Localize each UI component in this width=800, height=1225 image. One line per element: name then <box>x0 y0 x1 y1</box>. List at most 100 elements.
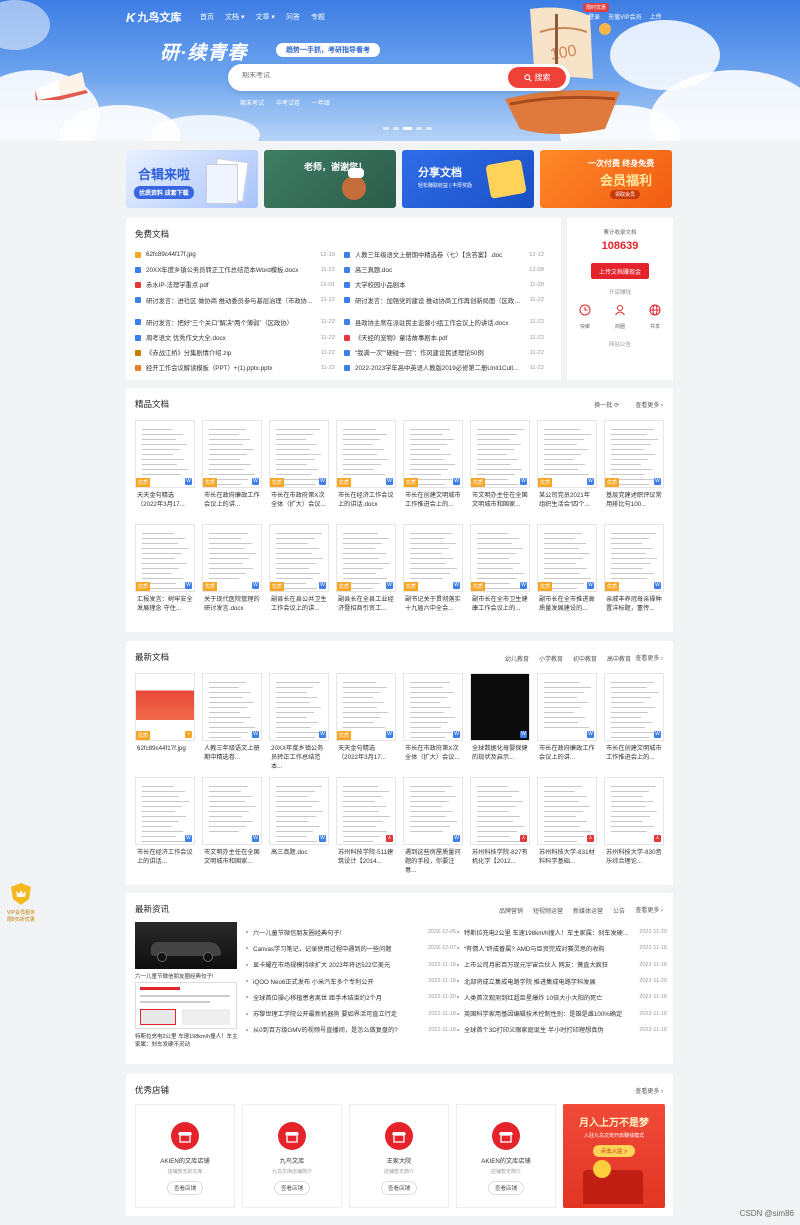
banner-teacher[interactable]: 老师，谢谢您！ <box>264 150 396 208</box>
doc-title[interactable]: 市文明办主任在全国文明城市和国家... <box>472 491 529 518</box>
hotword[interactable]: 一年级 <box>312 98 330 107</box>
doc-thumbnail[interactable]: 优质 W <box>269 420 329 488</box>
vip-recharge-link[interactable]: 充值VIP会员 <box>608 12 642 21</box>
search-button[interactable]: 搜索 <box>508 67 566 88</box>
news-title[interactable]: “有情人”终成眷属? AMD与巨资完成对赛灵思的收购 <box>464 944 635 953</box>
doc-card[interactable]: 优质 W 副市长在全市推进高质量发展建设的... <box>537 524 597 622</box>
doc-title[interactable]: 关于现代医院管理的研讨发言.docx <box>204 595 261 622</box>
free-doc-item[interactable]: 人教三年级语文上册期中精选卷（七）【含答案】.doc 12-12 <box>344 247 544 262</box>
news-title[interactable]: 人类首次观测到红超巨星爆炸 10倍大小大阳的死亡 <box>464 993 635 1002</box>
news-item[interactable]: 特斯拉充电2公里 车速198km/h撞人！车主家属：刹车发硬... 2022-11… <box>457 924 667 940</box>
doc-card[interactable]: 优质 ▪ 62fc89c44f17f.jpg <box>135 673 195 771</box>
nav-home[interactable]: 首页 <box>200 12 214 22</box>
shop-name[interactable]: AKIEN的文库店铺 <box>136 1156 234 1165</box>
free-doc-item[interactable]: 经开工作会议解读模板（PPT）+(1).pptx.pptx 11-22 <box>135 360 335 375</box>
doc-card[interactable]: W 市长在市政府第X次全体（扩大）会议... <box>403 673 463 771</box>
tab-senior[interactable]: 高中教育 <box>607 654 631 663</box>
view-shop-button[interactable]: 查看店铺 <box>166 1181 203 1195</box>
doc-thumbnail[interactable]: ⅄ <box>537 777 597 845</box>
more-link[interactable]: 查看更多 › <box>635 1086 663 1095</box>
free-doc-item[interactable]: 周考语文 优秀作文大全.docx 11-22 <box>135 330 335 345</box>
doc-title[interactable]: 周考语文 优秀作文大全.docx <box>146 333 313 342</box>
doc-card[interactable]: ⅄ 苏州科技大学-831材料科学基础... <box>537 777 597 875</box>
doc-title[interactable]: 市长在经济工作会议上的讲话... <box>137 848 194 875</box>
doc-card[interactable]: 优质 W 市长在政府廉政工作会议上的讲... <box>202 420 262 518</box>
news-item[interactable]: 人类首次观测到红超巨星爆炸 10倍大小大阳的死亡 2022-11-18 <box>457 989 667 1005</box>
doc-card[interactable]: 优质 W 亲戚丰养冠母亲操种置洋标题，董传... <box>604 524 664 622</box>
news-title[interactable]: 上市公司月影百万现元宇宙合伙人 网友：簧直大疯狂 <box>464 960 635 969</box>
nav-qa[interactable]: 问答 <box>286 12 300 22</box>
doc-thumbnail[interactable]: 优质 W <box>470 420 530 488</box>
doc-title[interactable]: 市长在创建文明城市工作推进会上的... <box>606 744 663 771</box>
doc-thumbnail[interactable]: W <box>135 777 195 845</box>
doc-thumbnail[interactable]: ⅄ <box>470 777 530 845</box>
join-button[interactable]: 点击入驻 > <box>592 1145 636 1157</box>
upload-earn-button[interactable]: 上传文档赚现金 <box>591 263 649 279</box>
doc-title[interactable]: 市长在创建文明城市工作推进会上的... <box>405 491 462 518</box>
news-item[interactable]: 全球首个3D打印义眼家庭诞生 半小时打印理想真伪 2022-11-18 <box>457 1022 667 1038</box>
news-title[interactable]: 从0到百万级GMV的视频号直播间，是怎么做复盘的? <box>253 1025 424 1034</box>
tab-primary[interactable]: 小学教育 <box>539 654 563 663</box>
news-image-car[interactable] <box>135 922 237 969</box>
free-doc-item[interactable]: 县政协主席在派驻民主监督小组工作会议上的讲话.docx 11-22 <box>344 315 544 330</box>
news-title[interactable]: 显卡耀在市场规模持续扩大 2023年将达522亿美元 <box>253 960 424 969</box>
doc-card[interactable]: 优质 W 市长在市政府第X次全体（扩大）会议... <box>269 420 329 518</box>
free-doc-item[interactable]: 2022-2023学年高中英语人教版2019必修第二册Unit1Cult... 1… <box>344 360 544 375</box>
doc-card[interactable]: 优质 W 副市长在全市卫生健康工作会议上的... <box>470 524 530 622</box>
doc-title[interactable]: 副书记关于贯彻落实十九届六中全会... <box>405 595 462 622</box>
news-item[interactable]: 六一儿童节微信朋友圈经典句子! 2022-12-05 <box>246 924 456 940</box>
doc-thumbnail[interactable]: 优质 W <box>537 420 597 488</box>
doc-title[interactable]: 某公司党员2021年组织生活会“四个... <box>539 491 596 518</box>
share-link[interactable]: 共享 <box>649 304 661 330</box>
news-title[interactable]: 特斯拉充电2公里 车速198km/h撞人！车主家属：刹车发硬... <box>464 928 635 937</box>
doc-card[interactable]: W 20XX年度乡镇公务员转正工作总结范本... <box>269 673 329 771</box>
doc-title[interactable]: 人教三年级语文上册期中精选卷（七）【含答案】.doc <box>355 250 522 259</box>
doc-card[interactable]: 优质 W 副县长在全县工业经济暨招商引资工... <box>336 524 396 622</box>
news-title[interactable]: 苏黎世理工学院公开最新机器狗 要如界活可直立行走 <box>253 1009 424 1018</box>
doc-title[interactable]: 高三真题.doc <box>271 848 328 875</box>
doc-title[interactable]: 研讨发言：把好“三个关口”解决“两个薄弱”（区政协） <box>146 318 313 327</box>
free-doc-item[interactable]: 研讨发言：加强党的建设 推动协商工作再创新局面（区政协... 11-22 <box>344 293 544 308</box>
doc-thumbnail[interactable]: 优质 W <box>403 524 463 592</box>
search-input[interactable] <box>242 72 442 79</box>
news-title[interactable]: 全球首个3D打印义眼家庭诞生 半小时打印理想真伪 <box>464 1025 635 1034</box>
news-title[interactable]: 北部将成立集成电路学院 推进集成电路学科发展 <box>464 977 635 986</box>
doc-card[interactable]: 优质 W 市长在创建文明城市工作推进会上的... <box>403 420 463 518</box>
news-item[interactable]: 北部将成立集成电路学院 推进集成电路学科发展 2022-11-20 <box>457 973 667 989</box>
doc-thumbnail[interactable]: W <box>537 673 597 741</box>
doc-title[interactable]: 亲戚丰养冠母亲操种置洋标题，董传... <box>606 595 663 622</box>
banner-vip[interactable]: 一次付费 终身免费 会员福利 领取会员 <box>540 150 672 208</box>
free-doc-item[interactable]: 赤水IP-法理学重点.pdf 12-01 <box>135 277 335 292</box>
news-title[interactable]: Canvas学习笔记，记录使用过程中遇到的一些问题 <box>253 944 424 953</box>
doc-title[interactable]: 市文明办主任在全国文明城市和国家... <box>204 848 261 875</box>
join-promo-banner[interactable]: 月入上万不是梦 入驻九鸟文库开启赚钱模式 点击入驻 > <box>563 1104 665 1208</box>
nav-topics[interactable]: 专题 <box>311 12 325 22</box>
doc-thumbnail[interactable]: ⅄ <box>604 777 664 845</box>
free-doc-item[interactable]: 《天经的宠物》童话故事剧本.pdf 11-22 <box>344 330 544 345</box>
doc-title[interactable]: 20XX年度乡镇公务员转正工作总结范本Word模板.docx <box>146 265 313 274</box>
free-doc-item[interactable]: 高三真题.doc 12-08 <box>344 262 544 277</box>
nav-docs[interactable]: 文档 ▾ <box>225 12 244 22</box>
news-item[interactable]: 全球首位操心移植患者离世 距手术结束约2个月 2022-11-20 <box>246 989 456 1005</box>
doc-title[interactable]: 市长在经济工作会议上的讲话.docx <box>338 491 395 518</box>
shop-card[interactable]: AKIEN的文库店铺 店铺暂无简介 查看店铺 <box>456 1104 556 1208</box>
doc-title[interactable]: 汇报发言：树牢安全发展理念 守住... <box>137 595 194 622</box>
free-doc-item[interactable]: 62fc89c44f17f.jpg 12-19 <box>135 247 335 262</box>
doc-title[interactable]: 苏州科技大学-830音乐综合理论... <box>606 848 663 875</box>
doc-card[interactable]: W 市长在政府廉政工作会议上的讲... <box>537 673 597 771</box>
doc-card[interactable]: 优质 W 某公司党员2021年组织生活会“四个... <box>537 420 597 518</box>
doc-thumbnail[interactable]: 优质 W <box>470 524 530 592</box>
doc-title[interactable]: 高三真题.doc <box>355 265 522 274</box>
more-link[interactable]: 查看更多 › <box>635 400 663 409</box>
banner-share-docs[interactable]: 分享文档 轻松赚取收益 | 丰厚奖励 <box>402 150 534 208</box>
shop-card[interactable]: 王家大院 店铺暂无简介 查看店铺 <box>349 1104 449 1208</box>
tab-notice[interactable]: 公告 <box>613 906 625 915</box>
doc-title[interactable]: 人教三年级语文上册期中精选卷... <box>204 744 261 771</box>
tab-brand[interactable]: 品牌营销 <box>499 906 523 915</box>
doc-thumbnail[interactable]: 优质 ▪ <box>135 673 195 741</box>
doc-title[interactable]: 市长在市政府第X次全体（扩大）会议... <box>271 491 328 518</box>
upload-link[interactable]: 上传 <box>650 12 662 21</box>
doc-card[interactable]: 优质 W 关于现代医院管理的研讨发言.docx <box>202 524 262 622</box>
doc-title[interactable]: 副市长在全市推进高质量发展建设的... <box>539 595 596 622</box>
doc-title[interactable]: 研讨发言：进社区 做协商 推动委员参与基层治理（市政协... <box>146 296 313 305</box>
